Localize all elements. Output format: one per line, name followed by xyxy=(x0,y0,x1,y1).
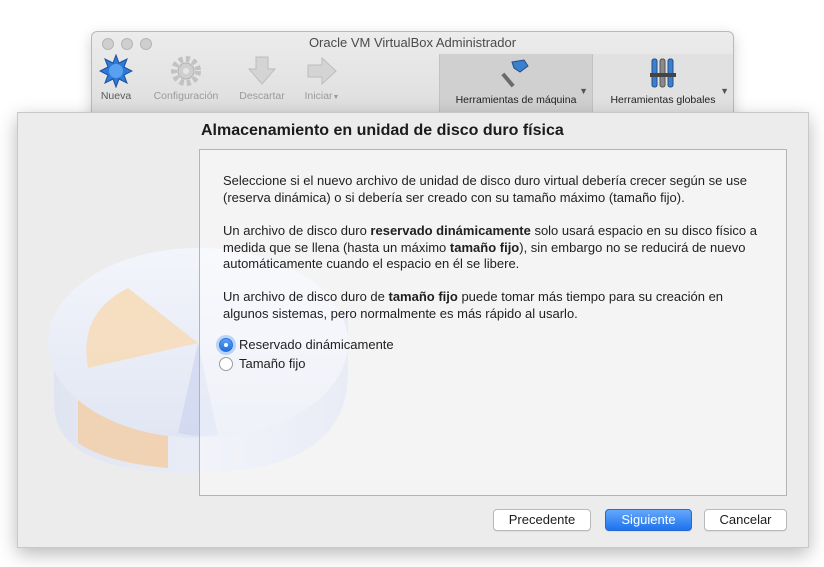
fixed-explanation-paragraph: Un archivo de disco duro de tamaño fijo … xyxy=(223,289,724,321)
settings-button[interactable]: Configuración xyxy=(150,54,222,102)
machine-tools-button[interactable]: Herramientas de máquina ▼ xyxy=(439,54,593,112)
option-dynamic-label: Reservado dinámicamente xyxy=(239,337,394,352)
new-star-icon xyxy=(99,54,133,88)
machine-tools-label: Herramientas de máquina xyxy=(455,94,577,106)
global-tools-caret-icon: ▼ xyxy=(720,86,729,96)
global-tools-icon xyxy=(650,58,676,88)
settings-label: Configuración xyxy=(153,90,219,102)
new-vm-label: Nueva xyxy=(100,90,132,102)
window-title: Oracle VM VirtualBox Administrador xyxy=(308,35,517,50)
radio-dynamic[interactable] xyxy=(219,337,233,352)
start-button[interactable]: Iniciar▼ xyxy=(302,54,342,102)
cancel-button[interactable]: Cancelar xyxy=(704,509,787,531)
virtual-disk-wizard-sheet: Almacenamiento en unidad de disco duro f… xyxy=(17,112,809,548)
option-fixed[interactable]: Tamaño fijo xyxy=(219,356,305,371)
discard-label: Descartar xyxy=(239,90,285,102)
dynamic-explanation-paragraph: Un archivo de disco duro reservado dinám… xyxy=(223,223,758,271)
new-vm-button[interactable]: Nueva xyxy=(97,54,135,102)
discard-button[interactable]: Descartar xyxy=(237,54,287,102)
option-fixed-label: Tamaño fijo xyxy=(239,356,306,371)
global-tools-label: Herramientas globales xyxy=(610,94,716,106)
back-button[interactable]: Precedente xyxy=(493,509,591,531)
description-paragraph: Seleccione si el nuevo archivo de unidad… xyxy=(223,173,747,205)
gear-icon xyxy=(171,56,201,86)
machine-tools-caret-icon: ▼ xyxy=(579,86,588,96)
next-button[interactable]: Siguiente xyxy=(605,509,692,531)
start-label: Iniciar▼ xyxy=(304,90,340,102)
start-arrow-right-icon xyxy=(307,56,337,86)
radio-fixed[interactable] xyxy=(219,356,233,371)
hammer-icon xyxy=(501,59,529,88)
wizard-content-panel: Seleccione si el nuevo archivo de unidad… xyxy=(199,149,787,496)
option-dynamic[interactable]: Reservado dinámicamente xyxy=(219,337,394,352)
wizard-page-title: Almacenamiento en unidad de disco duro f… xyxy=(201,122,564,139)
global-tools-button[interactable]: Herramientas globales ▼ xyxy=(592,54,733,112)
discard-arrow-down-icon xyxy=(247,56,277,85)
